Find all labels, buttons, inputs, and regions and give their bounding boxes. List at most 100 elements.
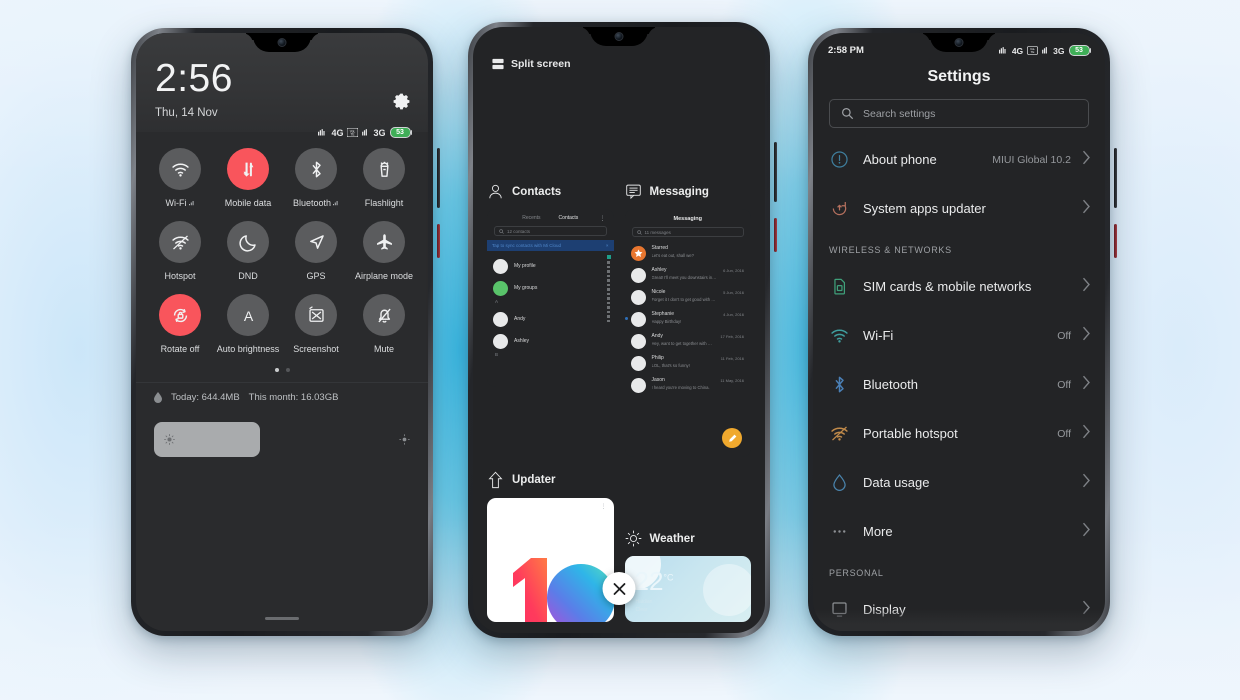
quick-tile-mute[interactable]: Mute xyxy=(350,294,418,354)
search-settings-input[interactable]: Search settings xyxy=(829,99,1089,128)
home-indicator[interactable] xyxy=(136,616,428,632)
quick-tile-wi-fi[interactable]: Wi-Fi xyxy=(146,148,214,208)
recent-app-weather[interactable]: Weather 22°C Haidian Clear xyxy=(624,471,751,622)
quick-tile-icon-wrap[interactable] xyxy=(363,148,405,190)
tab-contacts[interactable]: Contacts xyxy=(559,215,579,221)
message-list-item[interactable]: Philip LOL, that's so funny! 11 Feb, 2016 xyxy=(625,352,752,374)
battery-level: 53 xyxy=(396,129,404,136)
power-button[interactable] xyxy=(774,218,777,252)
message-list-item[interactable]: Starred Let's eat out, shall we? xyxy=(625,242,752,264)
overflow-menu-icon[interactable]: ⋮ xyxy=(601,503,607,510)
message-date: 11 Feb, 2016 xyxy=(720,356,744,361)
message-sender: Nicole xyxy=(651,289,666,295)
settings-group-header: WIRELESS & NETWORKS xyxy=(829,245,952,255)
messaging-card[interactable]: Messaging 11 messages Starred Let's eat o… xyxy=(624,209,752,457)
quick-tile-icon-wrap[interactable] xyxy=(159,148,201,190)
contacts-section-header: A xyxy=(495,299,499,304)
message-list-item[interactable]: Jason I heard you're moving to China. 11 M… xyxy=(625,374,752,396)
messaging-search-input[interactable]: 11 messages xyxy=(631,227,744,237)
settings-gear-button[interactable] xyxy=(392,88,411,111)
quick-tile-icon-wrap[interactable] xyxy=(227,148,269,190)
settings-row-portable-hotspot[interactable]: Portable hotspot Off xyxy=(813,409,1105,458)
message-list-item[interactable]: Ashley Great! I'll meet you downstairs in… xyxy=(625,264,752,286)
volume-button[interactable] xyxy=(437,148,440,208)
message-list-item[interactable]: Andy Hey, want to get together with Nicol… xyxy=(625,330,752,352)
quick-tile-icon-wrap[interactable] xyxy=(295,294,337,336)
tab-recents[interactable]: Recents xyxy=(522,215,540,221)
settings-row-wi-fi[interactable]: Wi-Fi Off xyxy=(813,311,1105,360)
close-all-recents-button[interactable] xyxy=(602,572,636,605)
contacts-search-input[interactable]: 12 contacts xyxy=(494,226,607,236)
power-button[interactable] xyxy=(437,224,440,258)
signal-badge-icon xyxy=(333,200,338,206)
messages-list[interactable]: Starred Let's eat out, shall we? Ashley Gre… xyxy=(624,242,752,396)
quick-tile-icon-wrap[interactable] xyxy=(295,148,337,190)
updater-app-name: Updater xyxy=(512,474,556,486)
unread-indicator xyxy=(624,317,628,320)
settings-row-about-phone[interactable]: About phone MIUI Global 10.2 xyxy=(813,135,1105,184)
page-dot-2[interactable] xyxy=(285,368,290,372)
quick-tile-text: Rotate off xyxy=(160,344,200,354)
quick-tile-icon-wrap[interactable]: A xyxy=(227,294,269,336)
volume-button[interactable] xyxy=(774,142,777,202)
contacts-alpha-index[interactable] xyxy=(606,255,611,322)
quick-tile-screenshot[interactable]: Screenshot xyxy=(282,294,350,354)
network-type-4g: 4G xyxy=(331,127,344,138)
quick-tile-mobile-data[interactable]: Mobile data xyxy=(214,148,282,208)
recent-app-contacts[interactable]: Contacts Recents Contacts ⋮ 12 contacts … xyxy=(487,183,614,457)
quick-tile-icon-wrap[interactable] xyxy=(159,294,201,336)
settings-row-icon xyxy=(829,423,863,444)
contact-list-item[interactable]: My profile xyxy=(493,255,608,277)
quick-tile-icon-wrap[interactable] xyxy=(159,221,201,263)
contact-name: My profile xyxy=(514,263,536,269)
volume-button[interactable] xyxy=(1114,148,1117,208)
contact-list-item[interactable]: Ashley xyxy=(493,330,608,352)
quick-tile-label: DND xyxy=(238,271,258,281)
quick-tile-bluetooth[interactable]: Bluetooth xyxy=(282,148,350,208)
brightness-track[interactable] xyxy=(154,422,260,457)
network-type-3g: 3G xyxy=(1053,45,1065,56)
settings-row-data-usage[interactable]: Data usage xyxy=(813,458,1105,507)
message-list-item[interactable]: Stephanie Happy Birthday! 4 Jun, 2016 xyxy=(624,308,752,330)
quick-tile-icon-wrap[interactable] xyxy=(363,221,405,263)
quick-tile-gps[interactable]: GPS xyxy=(282,221,350,281)
contact-list-item[interactable]: My groups xyxy=(493,277,608,299)
quick-tile-hotspot[interactable]: Hotspot xyxy=(146,221,214,281)
quick-tile-flashlight[interactable]: Flashlight xyxy=(350,148,418,208)
hotspot-icon xyxy=(831,426,848,441)
page-dot-1[interactable] xyxy=(274,368,279,372)
updater-card[interactable]: ⋮ xyxy=(487,498,614,622)
quick-tile-auto-brightness[interactable]: A Auto brightness xyxy=(214,294,282,354)
settings-row-bluetooth[interactable]: Bluetooth Off xyxy=(813,360,1105,409)
quick-tile-dnd[interactable]: DND xyxy=(214,221,282,281)
compose-message-button[interactable] xyxy=(722,428,742,448)
contacts-list[interactable]: My profile My groups A Andy Ashley B xyxy=(487,251,614,361)
close-icon[interactable]: × xyxy=(606,243,609,248)
phone-settings: 2:58 PM 4G VoL TE 3G 53 Settings Search s… xyxy=(808,28,1117,636)
quick-tile-icon-wrap[interactable] xyxy=(363,294,405,336)
contacts-sync-banner[interactable]: Tap to sync contacts with Mi Cloud × xyxy=(487,240,614,251)
overflow-menu-icon[interactable]: ⋮ xyxy=(600,215,606,222)
settings-row-system-apps-updater[interactable]: System apps updater xyxy=(813,184,1105,233)
quick-tile-airplane-mode[interactable]: Airplane mode xyxy=(350,221,418,281)
message-date: 5 Jun, 2016 xyxy=(723,290,744,295)
settings-row-more[interactable]: More xyxy=(813,507,1105,556)
quick-tile-icon-wrap[interactable] xyxy=(295,221,337,263)
message-preview: LOL, that's so funny! xyxy=(651,363,690,368)
quick-tile-rotate-off[interactable]: Rotate off xyxy=(146,294,214,354)
brightness-slider[interactable] xyxy=(136,412,428,457)
power-button[interactable] xyxy=(1114,224,1117,258)
message-list-item[interactable]: Nicole Forget it I don't to get good with… xyxy=(625,286,752,308)
weather-card[interactable]: 22°C Haidian Clear xyxy=(624,556,751,622)
settings-list[interactable]: About phone MIUI Global 10.2 System apps u… xyxy=(813,135,1105,631)
recent-app-updater[interactable]: Updater ⋮ xyxy=(487,471,614,622)
data-usage-row[interactable]: Today: 644.4MB This month: 16.03GB xyxy=(136,382,428,412)
settings-row-sim-cards-mobile-networks[interactable]: SIM cards & mobile networks xyxy=(813,262,1105,311)
recent-app-messaging[interactable]: Messaging Messaging 11 messages Starred L… xyxy=(624,183,752,457)
data-drop-icon xyxy=(154,392,162,403)
contacts-card[interactable]: Recents Contacts ⋮ 12 contacts Tap to sy… xyxy=(487,209,614,387)
contact-list-item[interactable]: Andy xyxy=(493,308,608,330)
chevron-right-icon xyxy=(1082,522,1091,542)
quick-tile-icon-wrap[interactable] xyxy=(227,221,269,263)
weather-unit: °C xyxy=(663,572,674,583)
